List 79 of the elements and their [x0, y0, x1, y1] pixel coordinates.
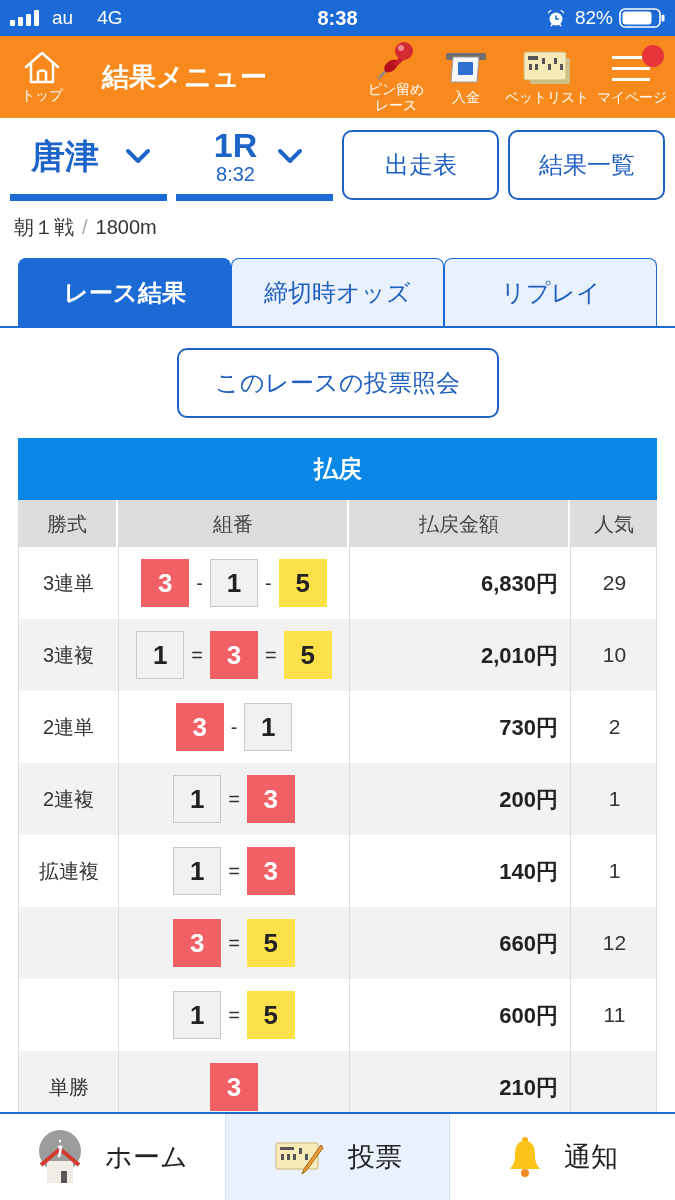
- boat-number: 3: [175, 703, 224, 751]
- boat-number: 1: [173, 775, 222, 823]
- popularity-cell-text: 2: [608, 714, 621, 741]
- payout-cell-text: 2,010円: [480, 641, 558, 670]
- clock-time: 8:38: [317, 6, 358, 31]
- bet-type-cell-text: 3連単: [42, 571, 95, 596]
- combo-separator: -: [196, 571, 203, 596]
- bet-type-cell-text: 3連複: [42, 643, 95, 668]
- battery-icon: [619, 8, 665, 28]
- column-header: 人気: [592, 511, 635, 537]
- boat-number: 1: [173, 847, 222, 895]
- payout-cell-text: 6,830円: [480, 569, 558, 598]
- bet-type-cell-text: 単勝: [48, 1075, 89, 1100]
- boat-number: 3: [210, 1063, 258, 1111]
- combo-separator: =: [228, 787, 240, 812]
- vote-tab[interactable]: 投票: [225, 1114, 450, 1200]
- venue-dropdown[interactable]: 唐津: [10, 118, 167, 201]
- popularity-cell-text: 10: [602, 642, 627, 669]
- payout-cell-text: 210円: [499, 1073, 558, 1102]
- page-title: 結果メニュー: [102, 60, 267, 94]
- race-name: 朝１戦: [14, 215, 74, 240]
- home-icon: [24, 50, 60, 84]
- alarm-clock-icon: [546, 9, 565, 27]
- results-list-button[interactable]: 結果一覧: [508, 130, 665, 200]
- popularity-cell-text: 1: [608, 858, 621, 885]
- tab[interactable]: リプレイ: [444, 258, 657, 326]
- tab[interactable]: 締切時オッズ: [231, 258, 444, 326]
- boat-number: 5: [283, 631, 332, 679]
- pushpin-icon: [376, 40, 416, 80]
- boat-number: 1: [136, 631, 185, 679]
- popularity-cell-text: 1: [608, 786, 621, 813]
- slash-separator: /: [82, 215, 88, 240]
- chevron-down-icon: [277, 148, 304, 164]
- payout-cell-text: 730円: [499, 713, 558, 742]
- combo-separator: =: [228, 859, 240, 884]
- payout-cell-text: 140円: [499, 857, 558, 886]
- bell-icon: [507, 1136, 542, 1178]
- network-type: 4G: [97, 5, 123, 30]
- tab[interactable]: レース結果: [18, 258, 231, 326]
- payout-cell-text: 200円: [499, 785, 558, 814]
- combo-separator: =: [265, 643, 277, 668]
- boat-number: 3: [246, 847, 295, 895]
- popularity-cell-text: 11: [603, 1002, 626, 1029]
- race-distance: 1800m: [95, 215, 157, 240]
- combo-separator: -: [265, 571, 272, 596]
- bet-type-cell-text: 2連複: [42, 787, 95, 812]
- boat-number: 5: [278, 559, 327, 607]
- tickets-icon: [522, 50, 572, 86]
- chevron-down-icon: [124, 148, 151, 164]
- house-badge-icon: [37, 1129, 83, 1185]
- boat-number: 3: [210, 631, 258, 679]
- combo-separator: -: [230, 715, 238, 740]
- ticket-pencil-icon: [273, 1139, 326, 1175]
- boat-number: 3: [141, 559, 190, 607]
- combo-separator: =: [191, 643, 203, 668]
- menu-icon: [612, 53, 652, 83]
- boat-number: 3: [173, 919, 222, 967]
- payout-cell-text: 660円: [499, 929, 558, 958]
- battery-percent: 82%: [574, 5, 613, 30]
- boat-number: 1: [210, 559, 258, 607]
- combo-separator: =: [228, 931, 240, 956]
- signal-icon: [10, 10, 40, 26]
- popularity-cell-text: 29: [602, 570, 627, 597]
- race-card-button[interactable]: 出走表: [342, 130, 499, 200]
- cash-slot-icon: [443, 51, 489, 85]
- vote-inquiry-button[interactable]: このレースの投票照会: [176, 348, 499, 418]
- bet-type-cell-text: 2連単: [42, 715, 95, 740]
- carrier-name: au: [52, 5, 74, 30]
- payout-cell-text: 600円: [499, 1001, 558, 1030]
- boat-number: 5: [246, 991, 295, 1039]
- combo-separator: =: [228, 1003, 240, 1028]
- boat-number: 3: [246, 775, 295, 823]
- boat-number: 1: [244, 703, 293, 751]
- bet-type-cell-text: 拡連複: [38, 859, 99, 884]
- table-title: 払戻: [18, 438, 657, 500]
- popularity-cell-text: 12: [602, 930, 627, 957]
- boat-number: 1: [173, 991, 222, 1039]
- boat-number: 5: [246, 919, 295, 967]
- race-dropdown[interactable]: 1R 8:32: [176, 118, 333, 201]
